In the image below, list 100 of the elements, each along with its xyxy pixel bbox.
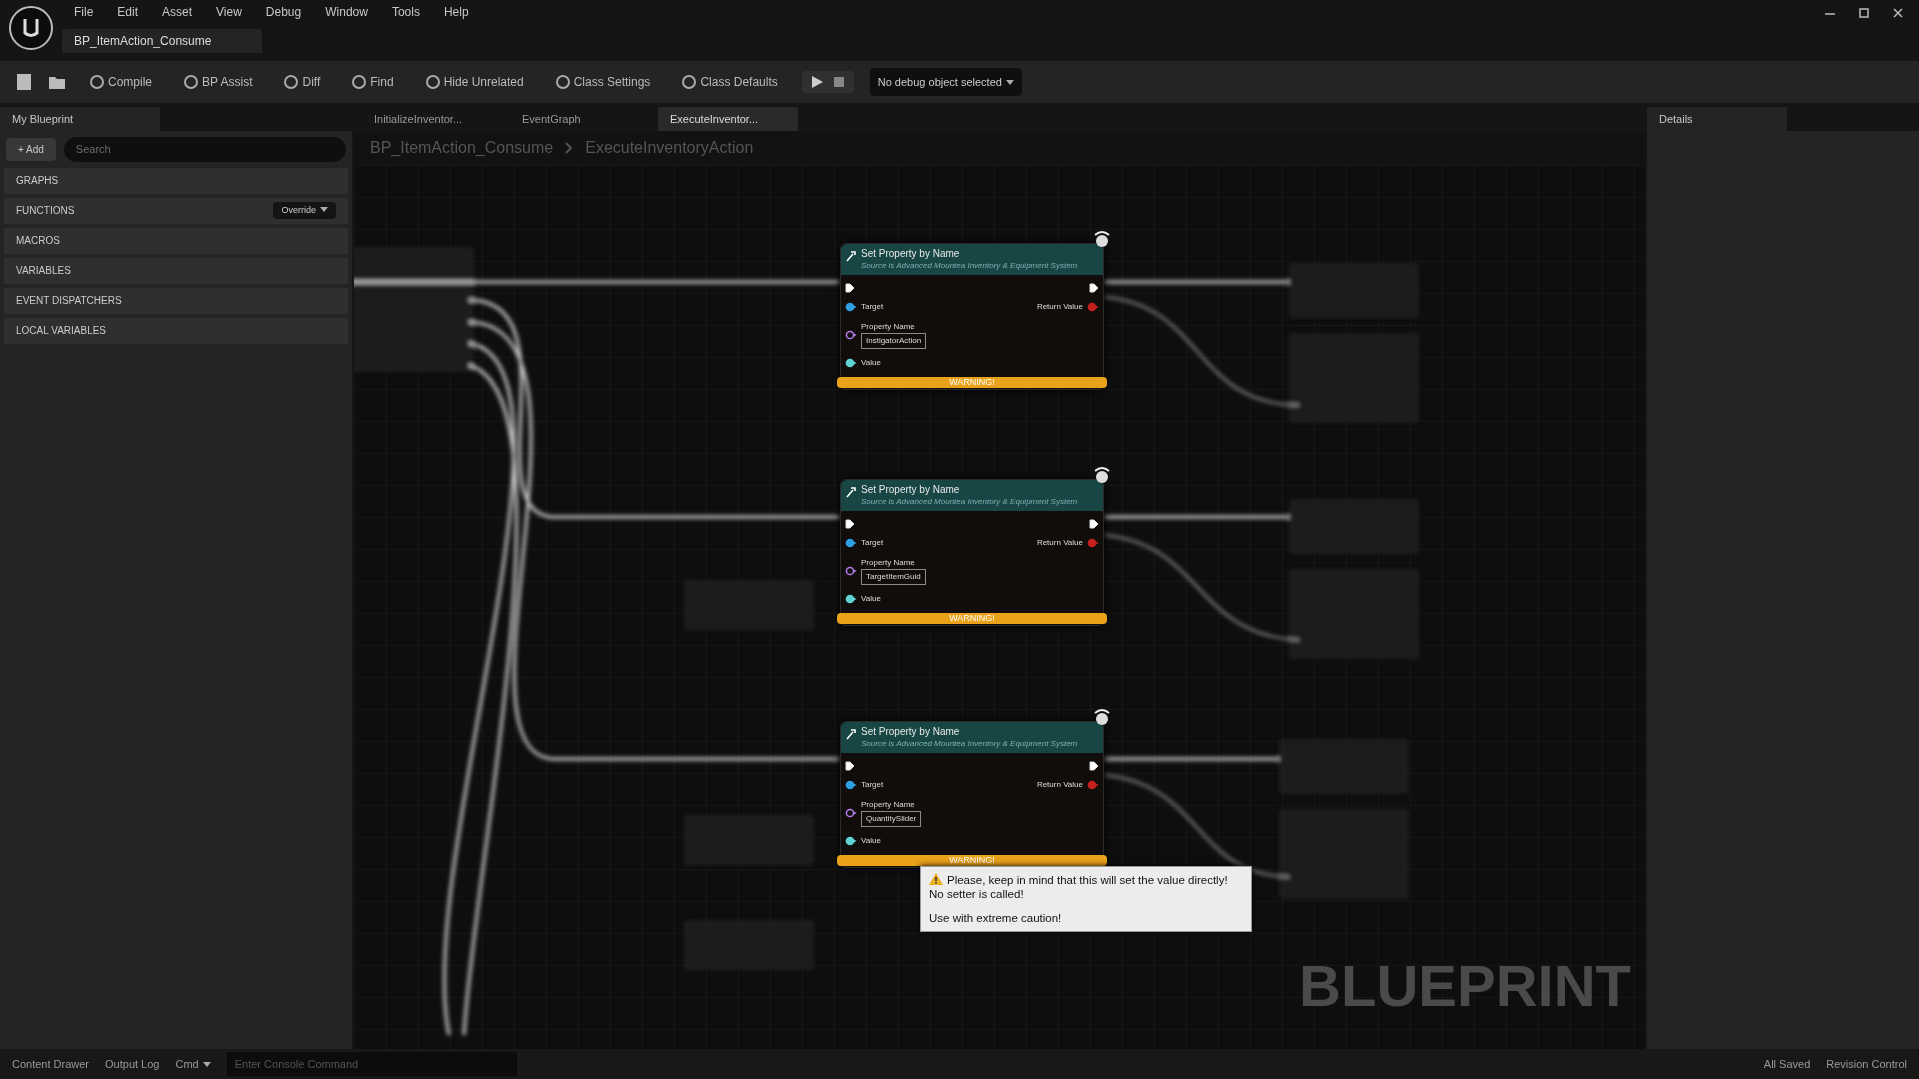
status-bar-button[interactable]: All Saved bbox=[1763, 1055, 1811, 1073]
warning-bar: WARNING! bbox=[837, 854, 1107, 866]
toolbar-button[interactable]: Diff bbox=[276, 69, 329, 95]
property-name-field[interactable]: InstigatorAction bbox=[861, 332, 927, 349]
toolbar-icon bbox=[682, 75, 697, 89]
section-header[interactable]: FUNCTIONS Override bbox=[4, 197, 348, 224]
section-header[interactable]: LOCAL VARIABLES bbox=[4, 317, 348, 344]
pin-label: Return Value bbox=[1036, 778, 1083, 791]
warning-bar: WARNING! bbox=[837, 612, 1107, 624]
menu-item[interactable]: Edit bbox=[117, 3, 139, 21]
folder-icon[interactable] bbox=[48, 74, 66, 90]
toolbar-button[interactable]: Hide Unrelated bbox=[417, 69, 532, 95]
save-icon[interactable] bbox=[16, 73, 32, 91]
pin-label: Target bbox=[861, 536, 884, 549]
pin-label: Property Name bbox=[861, 556, 916, 569]
pin-icon[interactable] bbox=[845, 537, 857, 548]
caret-icon bbox=[1005, 79, 1014, 86]
pin-icon[interactable] bbox=[845, 835, 857, 846]
status-bar-button[interactable]: Revision Control bbox=[1826, 1055, 1907, 1073]
pin-label: Value bbox=[861, 834, 881, 847]
pin-label: Return Value bbox=[1036, 536, 1083, 549]
stop-icon[interactable] bbox=[831, 75, 846, 89]
pin-icon[interactable] bbox=[845, 807, 857, 818]
play-icon[interactable] bbox=[809, 75, 824, 89]
engine-logo-icon[interactable] bbox=[8, 4, 54, 51]
status-bar-button[interactable]: Content Drawer bbox=[12, 1055, 90, 1073]
cmd-dropdown[interactable]: Cmd bbox=[175, 1055, 211, 1073]
status-bar-button[interactable]: Output Log bbox=[105, 1055, 160, 1073]
toolbar-icon bbox=[555, 75, 570, 89]
pin-label: Target bbox=[861, 778, 884, 791]
menu-item[interactable]: File bbox=[74, 3, 94, 21]
toolbar-icon bbox=[352, 75, 367, 89]
exec-out-pin-icon[interactable] bbox=[1089, 760, 1099, 771]
pin-icon[interactable] bbox=[845, 357, 857, 368]
node-title: Set Property by Name bbox=[861, 726, 961, 739]
pin-label: Return Value bbox=[1036, 300, 1083, 313]
menu-item[interactable]: View bbox=[216, 3, 242, 21]
node-title: Set Property by Name bbox=[861, 248, 961, 261]
node-title: Set Property by Name bbox=[861, 484, 961, 497]
hammer-icon bbox=[845, 728, 857, 740]
exec-in-pin-icon[interactable] bbox=[845, 282, 855, 293]
menu-item[interactable]: Window bbox=[325, 3, 368, 21]
add-button[interactable]: + Add bbox=[6, 137, 56, 161]
toolbar-icon bbox=[425, 75, 440, 89]
document-tab[interactable]: BP_ItemAction_Consume bbox=[62, 29, 262, 53]
hammer-icon bbox=[845, 486, 857, 498]
warning-bar: WARNING! bbox=[837, 376, 1107, 388]
pin-label: Value bbox=[861, 592, 881, 605]
section-header[interactable]: MACROS bbox=[4, 227, 348, 254]
toolbar-button[interactable]: Class Defaults bbox=[674, 69, 786, 95]
chevron-icon bbox=[565, 142, 574, 154]
property-name-field[interactable]: TargetItemGuid bbox=[861, 568, 926, 585]
panel-tab[interactable]: Details bbox=[1647, 107, 1787, 131]
tooltip-text: Use with extreme caution! bbox=[929, 912, 1062, 924]
graph-tab[interactable]: InitializeInventor... bbox=[362, 107, 502, 131]
graph-label: BLUEPRINT bbox=[1299, 952, 1631, 1020]
caret-icon bbox=[202, 1061, 211, 1068]
maximize-icon[interactable] bbox=[1859, 8, 1869, 18]
pin-label: Property Name bbox=[861, 320, 916, 333]
debug-object-dropdown[interactable]: No debug object selected bbox=[869, 67, 1022, 97]
menu-item[interactable]: Asset bbox=[162, 3, 193, 21]
section-header[interactable]: GRAPHS bbox=[4, 167, 348, 194]
pin-icon[interactable] bbox=[845, 329, 857, 340]
pin-icon[interactable] bbox=[845, 593, 857, 604]
menu-item[interactable]: Debug bbox=[265, 3, 302, 21]
section-header[interactable]: EVENT DISPATCHERS bbox=[4, 287, 348, 314]
node-subtitle: Source is Advanced Mountea Inventory & Equipment System bbox=[861, 738, 1078, 749]
node-subtitle: Source is Advanced Mountea Inventory & Equipment System bbox=[861, 260, 1078, 271]
panel-tab[interactable]: My Blueprint bbox=[0, 107, 160, 131]
node-subtitle: Source is Advanced Mountea Inventory & Equipment System bbox=[861, 496, 1078, 507]
exec-in-pin-icon[interactable] bbox=[845, 518, 855, 529]
console-field[interactable]: Enter Console Command bbox=[226, 1051, 517, 1077]
graph-tab[interactable]: EventGraph bbox=[510, 107, 650, 131]
toolbar-button[interactable]: BP Assist bbox=[176, 69, 261, 95]
toolbar-icon bbox=[90, 75, 104, 89]
caret-icon bbox=[320, 207, 328, 214]
pin-icon[interactable] bbox=[845, 779, 857, 790]
section-header[interactable]: VARIABLES bbox=[4, 257, 348, 284]
menu-item[interactable]: Tools bbox=[391, 3, 420, 21]
override-dropdown[interactable]: Override bbox=[273, 201, 336, 220]
close-icon[interactable] bbox=[1893, 8, 1903, 18]
exec-out-pin-icon[interactable] bbox=[1089, 518, 1099, 529]
exec-out-pin-icon[interactable] bbox=[1089, 282, 1099, 293]
toolbar-button[interactable]: Compile bbox=[82, 69, 160, 95]
property-name-field[interactable]: QuantitySlider bbox=[861, 810, 922, 827]
menu-item[interactable]: Help bbox=[443, 3, 469, 21]
tooltip-text: No setter is called! bbox=[929, 888, 1024, 900]
warning-icon bbox=[929, 873, 943, 885]
pin-icon[interactable] bbox=[845, 565, 857, 576]
pin-label: Value bbox=[861, 356, 881, 369]
hammer-icon bbox=[845, 250, 857, 262]
graph-tab[interactable]: ExecuteInventor... bbox=[658, 107, 798, 131]
pin-icon[interactable] bbox=[845, 301, 857, 312]
pin-label: Target bbox=[861, 300, 884, 313]
search-field[interactable]: Search bbox=[63, 137, 346, 162]
toolbar-button[interactable]: Class Settings bbox=[547, 69, 659, 95]
exec-in-pin-icon[interactable] bbox=[845, 760, 855, 771]
tooltip-text: Please, keep in mind that this will set the value directly! bbox=[947, 874, 1228, 886]
toolbar-button[interactable]: Find bbox=[344, 69, 402, 95]
toolbar-icon bbox=[184, 75, 198, 89]
